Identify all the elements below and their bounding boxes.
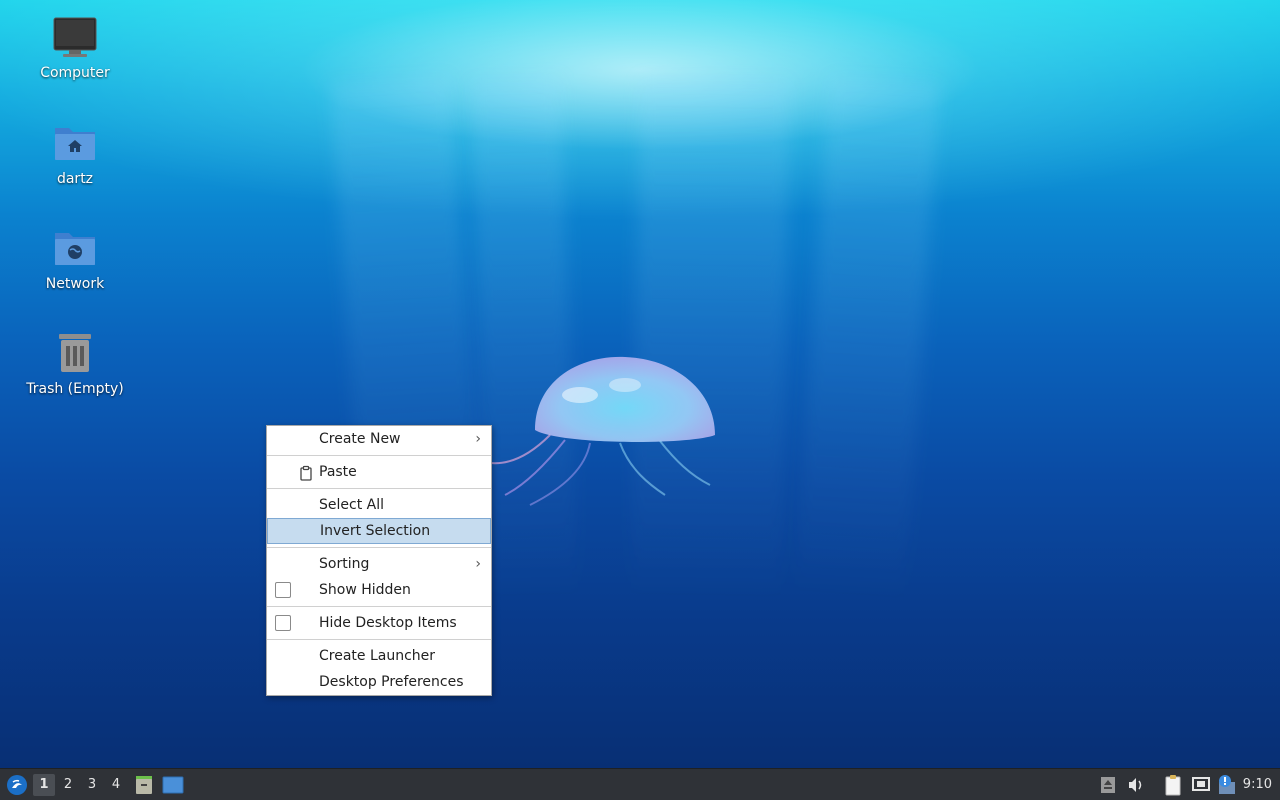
menu-item-label: Show Hidden bbox=[319, 582, 411, 598]
eject-tray-button[interactable] bbox=[1098, 769, 1118, 800]
lubuntu-logo-icon bbox=[7, 775, 27, 795]
desktop-icon-label: dartz bbox=[56, 171, 94, 187]
desktop-icon-label: Computer bbox=[40, 65, 110, 81]
menu-item-select-all[interactable]: Select All bbox=[267, 492, 491, 518]
volume-icon bbox=[1129, 778, 1142, 792]
menu-item-label: Invert Selection bbox=[320, 523, 431, 539]
workspace-4-button[interactable]: 4 bbox=[105, 774, 127, 796]
chevron-right-icon: › bbox=[475, 431, 481, 447]
show-desktop-button[interactable] bbox=[160, 769, 186, 800]
workspace-3-button[interactable]: 3 bbox=[81, 774, 103, 796]
desktop-wallpaper[interactable] bbox=[0, 0, 1280, 768]
desktop-icon-computer[interactable]: Computer bbox=[20, 14, 130, 82]
menu-item-label: Create Launcher bbox=[319, 648, 436, 664]
menu-item-label: Hide Desktop Items bbox=[319, 615, 457, 631]
computer-icon bbox=[51, 14, 99, 62]
start-menu-button[interactable] bbox=[4, 769, 30, 800]
menu-item-invert-selection[interactable]: Invert Selection bbox=[267, 518, 491, 544]
desktop-context-menu: Create New › Paste Select All Invert Sel… bbox=[266, 425, 492, 696]
menu-separator bbox=[267, 455, 491, 456]
menu-item-sorting[interactable]: Sorting › bbox=[267, 551, 491, 577]
workspace-1-button[interactable]: 1 bbox=[33, 774, 55, 796]
file-cabinet-icon bbox=[136, 776, 152, 794]
desktop-icon-label: Network bbox=[45, 276, 105, 292]
menu-item-desktop-preferences[interactable]: Desktop Preferences bbox=[267, 669, 491, 695]
desktop-icon-trash[interactable]: Trash (Empty) bbox=[20, 330, 130, 398]
desktop-icon-home[interactable]: dartz bbox=[20, 120, 130, 188]
update-notification-icon bbox=[1219, 775, 1235, 794]
taskbar: 1 2 3 4 9:10 bbox=[0, 768, 1280, 800]
menu-item-create-new[interactable]: Create New › bbox=[267, 426, 491, 452]
menu-item-paste[interactable]: Paste bbox=[267, 459, 491, 485]
menu-item-label: Select All bbox=[319, 497, 384, 513]
menu-item-label: Sorting bbox=[319, 556, 370, 572]
clipboard-manager-icon bbox=[1165, 775, 1181, 796]
desktop-icon-label: Trash (Empty) bbox=[26, 381, 124, 397]
network-tray-button[interactable] bbox=[1189, 769, 1213, 800]
menu-separator bbox=[267, 639, 491, 640]
menu-separator bbox=[267, 488, 491, 489]
chevron-right-icon: › bbox=[475, 556, 481, 572]
menu-separator bbox=[267, 547, 491, 548]
jellyfish-image bbox=[490, 356, 715, 506]
menu-item-label: Create New bbox=[319, 431, 401, 447]
clock[interactable]: 9:10 bbox=[1243, 769, 1272, 800]
home-folder-icon bbox=[51, 120, 99, 168]
menu-item-label: Paste bbox=[319, 464, 357, 480]
network-folder-icon bbox=[51, 225, 99, 273]
menu-item-create-launcher[interactable]: Create Launcher bbox=[267, 643, 491, 669]
menu-item-show-hidden[interactable]: Show Hidden bbox=[267, 577, 491, 603]
file-manager-launcher[interactable] bbox=[133, 769, 155, 800]
clipboard-tray-button[interactable] bbox=[1162, 769, 1184, 800]
hide-desktop-items-checkbox[interactable] bbox=[275, 615, 291, 631]
clipboard-icon bbox=[298, 464, 314, 481]
menu-separator bbox=[267, 606, 491, 607]
eject-icon bbox=[1101, 777, 1115, 793]
update-notifier-button[interactable] bbox=[1216, 769, 1238, 800]
desktop-icon-network[interactable]: Network bbox=[20, 225, 130, 293]
show-hidden-checkbox[interactable] bbox=[275, 582, 291, 598]
show-desktop-icon bbox=[162, 776, 184, 794]
volume-tray-button[interactable] bbox=[1125, 769, 1147, 800]
trash-icon bbox=[51, 330, 99, 378]
workspace-2-button[interactable]: 2 bbox=[57, 774, 79, 796]
light-ray bbox=[793, 76, 940, 603]
menu-item-hide-desktop-items[interactable]: Hide Desktop Items bbox=[267, 610, 491, 636]
wired-network-icon bbox=[1192, 777, 1210, 791]
menu-item-label: Desktop Preferences bbox=[319, 674, 464, 690]
